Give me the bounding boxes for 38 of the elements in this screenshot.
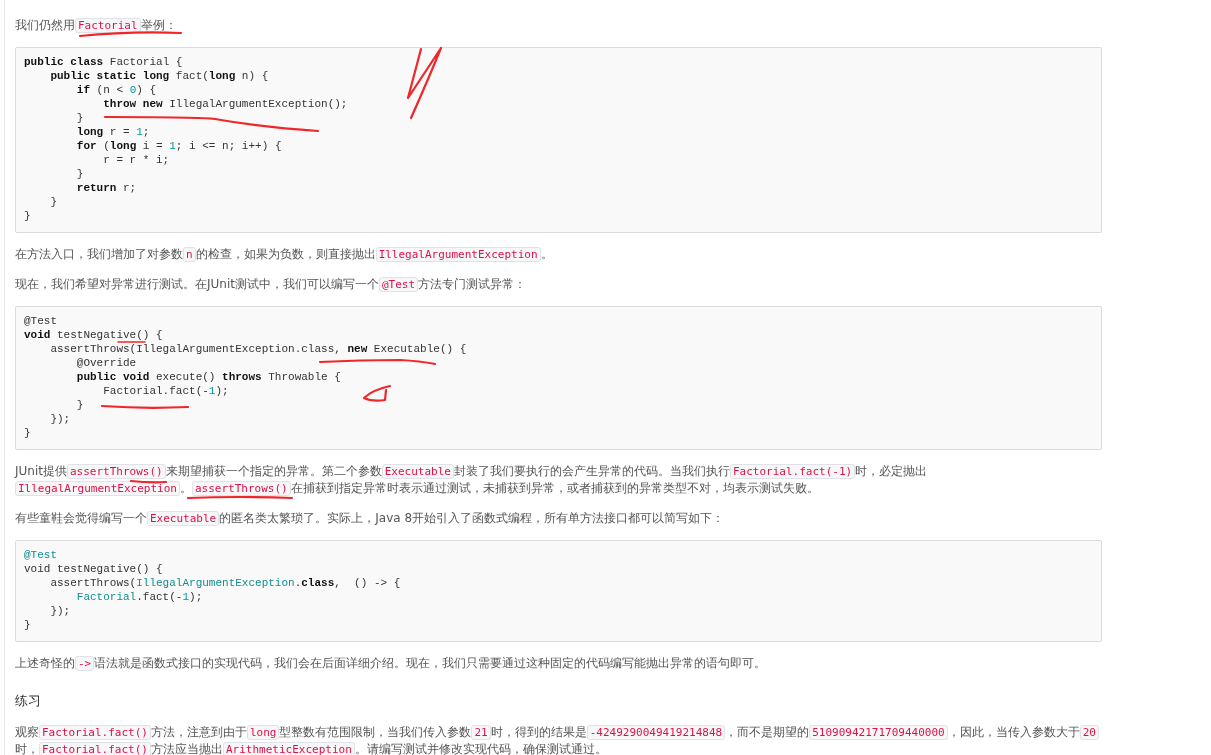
code-line: }); — [49, 605, 71, 617]
code-line: } — [24, 210, 31, 222]
code-line: @Override — [75, 357, 137, 369]
pen-underline — [117, 341, 146, 343]
code-line: return r; — [75, 182, 137, 194]
code-line: }); — [49, 413, 71, 425]
code-line: } — [75, 112, 84, 124]
paragraph: 观察 Factorial.fact() 方法，注意到由于 long 型整数有范围限制，当我们传入参数 21 时，得到的结果是 -4249290049419214848 ，而不是期望的 51090942171709440000 ，因此，当传入参数大于 20 时， Factorial.fact() 方法应当抛出 ArithmeticException 。请编写测试并修改实现代码，确保测试通过。 — [15, 724, 1102, 755]
code-line: } — [49, 196, 57, 208]
paragraph: 现在，我们希望对异常进行测试。在JUnit测试中，我们可以编写一个 @Test 方法专门测试异常： — [15, 276, 528, 293]
code-line: Factorial.fact(-1); — [102, 385, 229, 397]
code-line: @Test — [24, 549, 57, 561]
code-line: assertThrows(IllegalArgumentException.class, () -> { — [49, 577, 401, 589]
section-heading: 练习 — [15, 692, 42, 710]
code-line: public static long fact(long n) { — [49, 70, 269, 82]
code-line: @Test — [24, 315, 57, 327]
paragraph: 上述奇怪的 -> 语法就是函数式接口的实现代码，我们会在后面详细介绍。现在，我们只需要通过这种固定的代码编写能抛出异常的语句即可。 — [15, 655, 768, 672]
code-line: } — [24, 619, 31, 631]
code-line: void testNegative() { — [24, 563, 163, 575]
pen-scribble — [362, 384, 392, 402]
code-line: long r = 1; — [75, 126, 150, 138]
code-line: if (n < 0) { — [75, 84, 157, 96]
code-line: } — [24, 427, 31, 439]
code-line: public class Factorial { — [24, 56, 183, 68]
paragraph: 我们仍然用 Factorial 举例： — [15, 17, 178, 34]
paragraph: 有些童鞋会觉得编写一个 Executable 的匿名类太繁琐了。实际上，Java 8开始引入了函数式编程，所有单方法接口都可以简写如下： — [15, 510, 726, 527]
pen-underline — [129, 479, 168, 484]
code-line: public void execute() throws Throwable { — [75, 371, 341, 383]
code-line: } — [75, 168, 84, 180]
code-line: r = r * i; — [102, 154, 170, 166]
code-line: throw new IllegalArgumentException(); — [102, 98, 348, 110]
code-line: assertThrows(IllegalArgumentException.class, new Executable() { — [49, 343, 467, 355]
code-line: } — [75, 399, 84, 411]
paragraph: 在方法入口，我们增加了对参数 n 的检查，如果为负数，则直接抛出 IllegalArgumentException 。 — [15, 246, 554, 263]
code-line: void testNegative() { — [24, 329, 163, 341]
paragraph: JUnit提供 assertThrows() 来期望捕获一个指定的异常。第二个参数 Executable 封装了我们要执行的会产生异常的代码。当我们执行 Factorial.fact(-1) 时，必定抛出 IllegalArgumentException 。 assertThrows() 在捕获到指定异常时表示通过测试，未捕获到异常，或者捕获到的异常类型不对，均表示测试失败。 — [15, 463, 929, 497]
code-line: Factorial.fact(-1); — [75, 591, 203, 603]
code-line: for (long i = 1; i <= n; i++) { — [75, 140, 282, 152]
